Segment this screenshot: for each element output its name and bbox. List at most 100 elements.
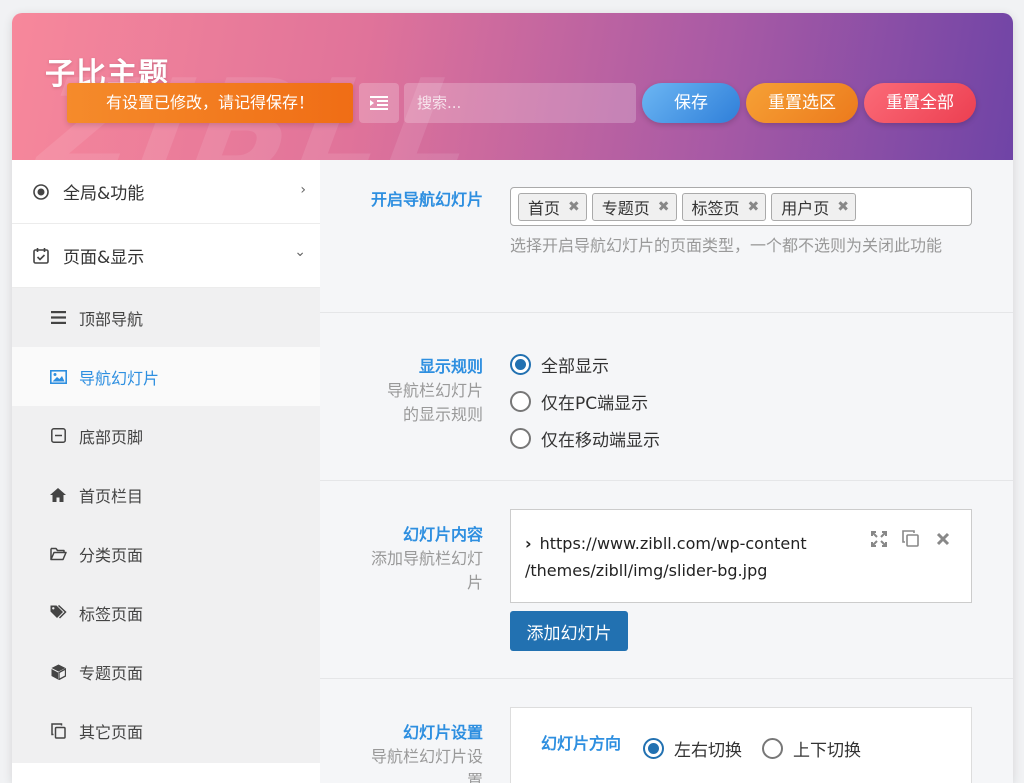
field-body: › https://www.zibll.com/wp-content/themes… (510, 509, 972, 651)
search-input[interactable] (404, 83, 636, 123)
unsaved-notice: 有设置已修改，请记得保存！ (67, 83, 353, 123)
tag-label: 专题页 (601, 198, 650, 218)
folder-icon (49, 545, 67, 563)
add-slide-button[interactable]: 添加幻灯片 (510, 611, 628, 651)
remove-tag-icon[interactable]: ✖ (658, 199, 670, 215)
field-title: 显示规则 (418, 357, 483, 376)
target-icon (32, 183, 50, 201)
tag-label: 用户页 (781, 198, 830, 218)
sidebar-footer-strip (12, 763, 320, 783)
field-body: 首页 ✖ 专题页 ✖ 标签页 ✖ 用户页 ✖ 选择开启导航幻灯片的页面类型，一个都不选则… (510, 187, 972, 259)
main-content: 开启导航幻灯片 首页 ✖ 专题页 ✖ 标签页 ✖ 用户页 ✖ 选择开启导航幻灯片的页面类… (320, 160, 1013, 783)
tag-label: 首页 (528, 198, 561, 218)
field-display-rule: 显示规则 导航栏幻灯片的显示规则 全部显示 仅在PC端显示 仅在移动端显示 (320, 313, 1013, 481)
field-body: 幻灯片方向 左右切换 上下切换 (510, 707, 972, 783)
tags-icon (49, 604, 67, 622)
sidebar-item-top-nav[interactable]: 顶部导航 (12, 288, 320, 347)
radio-mobile-only[interactable]: 仅在移动端显示 (510, 420, 660, 457)
expand-icon[interactable] (868, 528, 889, 549)
indent-icon (370, 96, 388, 110)
radio-label: 左右切换 (674, 741, 742, 761)
header: ZIBLL 子比主题 有设置已修改，请记得保存！ 保存 重置选区 重置全部 (12, 13, 1013, 160)
slider-settings-panel: 幻灯片方向 左右切换 上下切换 (510, 707, 972, 783)
radio-pc-only[interactable]: 仅在PC端显示 (510, 383, 660, 420)
page-type-multiselect[interactable]: 首页 ✖ 专题页 ✖ 标签页 ✖ 用户页 ✖ (510, 187, 972, 226)
tag-label: 标签页 (691, 198, 740, 218)
remove-icon[interactable] (932, 528, 953, 549)
direction-label: 幻灯片方向 (540, 734, 621, 753)
field-title: 开启导航幻灯片 (370, 190, 483, 209)
bars-icon (49, 309, 67, 327)
calendar-check-icon (32, 247, 50, 265)
minus-square-icon (49, 427, 67, 445)
remove-tag-icon[interactable]: ✖ (837, 199, 849, 215)
sidebar-item-label: 导航幻灯片 (79, 368, 160, 388)
sidebar-item-category[interactable]: 分类页面 (12, 524, 320, 583)
sidebar-item-label: 其它页面 (79, 722, 144, 742)
sidebar-item-label: 分类页面 (79, 545, 144, 565)
field-desc: 添加导航栏幻灯片 (371, 549, 484, 592)
sidebar-item-label: 专题页面 (79, 663, 144, 683)
menu-toggle-button[interactable] (359, 83, 399, 123)
chevron-right-icon: › (525, 534, 532, 553)
direction-options: 左右切换 上下切换 (643, 730, 861, 767)
selected-tag: 专题页 ✖ (591, 192, 677, 221)
field-label: 开启导航幻灯片 (363, 188, 483, 212)
radio-unchecked-icon (510, 391, 531, 412)
sidebar-item-label: 顶部导航 (79, 309, 144, 329)
slide-url-part: https://www.zibll.com/wp-content (539, 534, 807, 553)
field-body: 全部显示 仅在PC端显示 仅在移动端显示 (510, 346, 660, 457)
radio-horizontal[interactable]: 左右切换 (643, 730, 742, 767)
radio-label: 仅在PC端显示 (541, 394, 649, 414)
slide-item-title[interactable]: › https://www.zibll.com/wp-content/themes… (525, 530, 855, 584)
sidebar-group-label: 全局&功能 (63, 184, 145, 204)
radio-unchecked-icon (762, 738, 783, 759)
radio-show-all[interactable]: 全部显示 (510, 346, 660, 383)
field-title: 幻灯片内容 (402, 525, 483, 544)
selected-tag: 标签页 ✖ (681, 192, 767, 221)
slide-item[interactable]: › https://www.zibll.com/wp-content/themes… (510, 509, 972, 603)
remove-tag-icon[interactable]: ✖ (748, 199, 760, 215)
save-button[interactable]: 保存 (642, 83, 740, 123)
sidebar-group-global[interactable]: 全局&功能 › (12, 160, 320, 224)
sidebar-item-nav-slider[interactable]: 导航幻灯片 (12, 347, 320, 406)
sidebar-group-pages[interactable]: 页面&显示 ⌄ (12, 224, 320, 288)
sidebar-group-label: 页面&显示 (63, 248, 145, 268)
home-icon (49, 486, 67, 504)
field-title: 幻灯片设置 (402, 723, 483, 742)
slide-url-part: /themes/zibll/img/slider-bg.jpg (525, 561, 768, 580)
field-help: 选择开启导航幻灯片的页面类型，一个都不选则为关闭此功能 (510, 236, 943, 255)
reset-section-button[interactable]: 重置选区 (746, 83, 858, 123)
radio-checked-icon (510, 354, 531, 375)
sidebar-item-label: 底部页脚 (79, 427, 144, 447)
sidebar: 全局&功能 › 页面&显示 ⌄ 顶部导航 导航幻灯片 底部页脚 首页栏目 分类页… (12, 160, 320, 783)
sidebar-item-tags[interactable]: 标签页面 (12, 583, 320, 642)
chevron-right-icon: › (300, 182, 306, 198)
selected-tag: 首页 ✖ (518, 192, 587, 221)
sidebar-item-home-sections[interactable]: 首页栏目 (12, 465, 320, 524)
field-slider-settings: 幻灯片设置 导航栏幻灯片设置 幻灯片方向 左右切换 上下切换 (320, 679, 1013, 783)
radio-label: 上下切换 (793, 741, 861, 761)
field-desc: 导航栏幻灯片设置 (371, 747, 484, 783)
radio-label: 全部显示 (541, 357, 609, 377)
radio-vertical[interactable]: 上下切换 (762, 730, 861, 767)
radio-label: 仅在移动端显示 (541, 431, 660, 451)
slide-item-actions (868, 528, 953, 549)
radio-unchecked-icon (510, 428, 531, 449)
sidebar-item-footer[interactable]: 底部页脚 (12, 406, 320, 465)
field-desc: 导航栏幻灯片的显示规则 (386, 381, 483, 424)
field-label: 显示规则 导航栏幻灯片的显示规则 (373, 355, 483, 427)
sidebar-item-label: 首页栏目 (79, 486, 144, 506)
clone-icon[interactable] (900, 528, 921, 549)
cube-icon (49, 663, 67, 681)
selected-tag: 用户页 ✖ (771, 192, 856, 221)
field-slider-content: 幻灯片内容 添加导航栏幻灯片 › https://www.zibll.com/wp… (320, 481, 1013, 679)
sidebar-item-other-pages[interactable]: 其它页面 (12, 701, 320, 760)
field-slider-pages: 开启导航幻灯片 首页 ✖ 专题页 ✖ 标签页 ✖ 用户页 ✖ 选择开启导航幻灯片的页面类… (320, 160, 1013, 313)
remove-tag-icon[interactable]: ✖ (568, 199, 580, 215)
chevron-down-icon: ⌄ (294, 244, 306, 260)
settings-app: ZIBLL 子比主题 有设置已修改，请记得保存！ 保存 重置选区 重置全部 全局… (12, 13, 1013, 783)
sidebar-item-topics[interactable]: 专题页面 (12, 642, 320, 701)
field-label: 幻灯片内容 添加导航栏幻灯片 (371, 523, 483, 595)
reset-all-button[interactable]: 重置全部 (864, 83, 976, 123)
